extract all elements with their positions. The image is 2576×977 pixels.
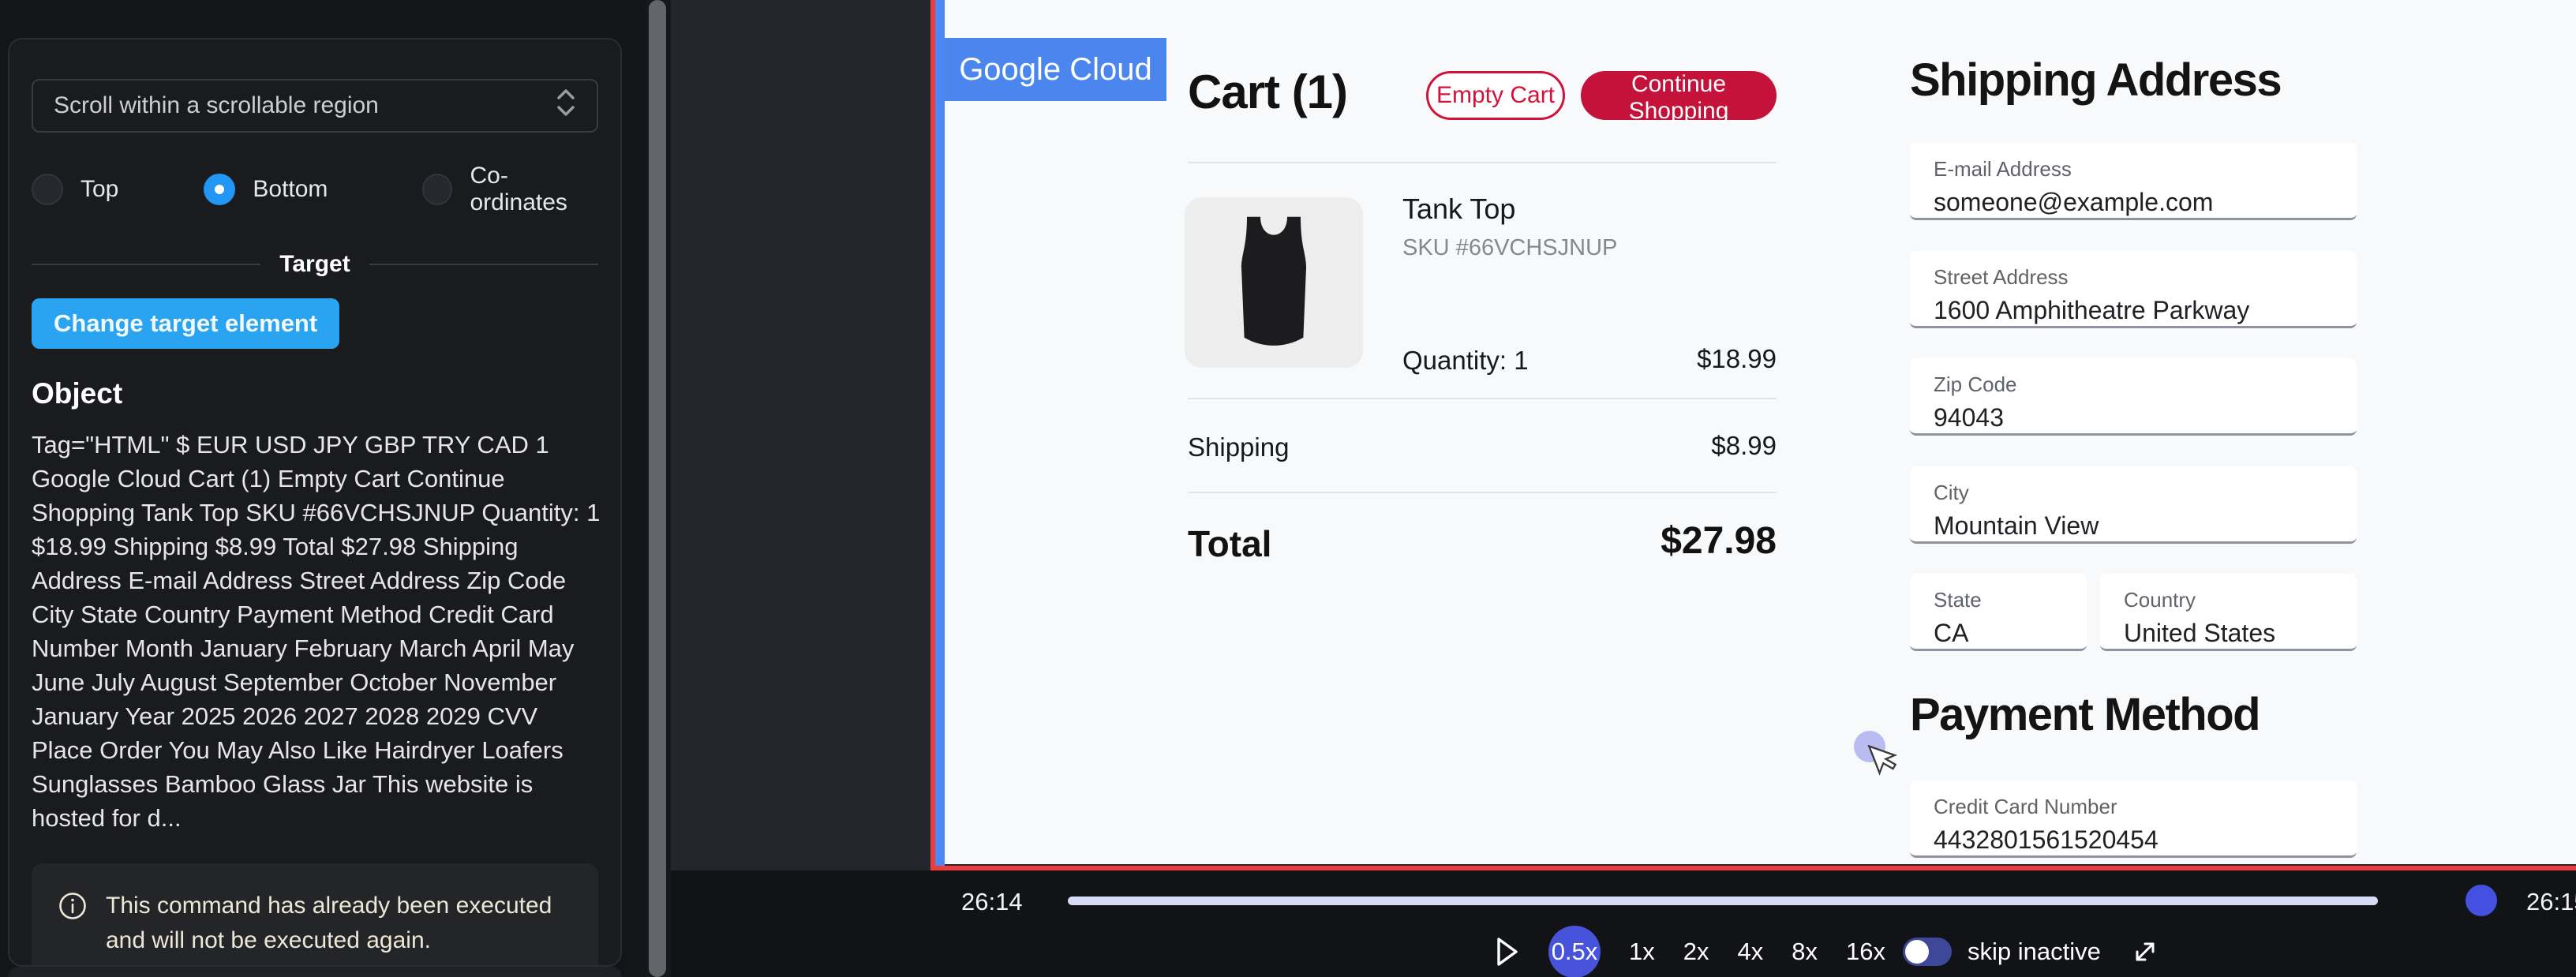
cart-divider <box>1188 492 1777 493</box>
email-field: E-mail Address someone@example.com <box>1910 143 2357 220</box>
replay-editor-app: Scroll within a scrollable region Top Bo… <box>0 0 2576 977</box>
panel-scrollbar-thumb[interactable] <box>649 0 666 977</box>
continue-shopping-button: Continue Shopping <box>1581 71 1777 120</box>
select-chevrons-icon <box>556 87 576 125</box>
current-time: 26:14 <box>961 888 1023 916</box>
shipping-address-heading: Shipping Address <box>1910 54 2281 107</box>
radio-top-circle <box>32 174 63 205</box>
product-image-tank-top <box>1185 197 1363 368</box>
zip-field-value: 94043 <box>1934 403 2357 432</box>
shipping-row-label: Shipping <box>1188 432 1289 462</box>
object-heading: Object <box>32 377 598 410</box>
skip-inactive-label: skip inactive <box>1968 938 2101 966</box>
speed-0-5x[interactable]: 0.5x <box>1548 926 1601 977</box>
command-type-select[interactable]: Scroll within a scrollable region <box>32 79 598 133</box>
speed-2x[interactable]: 2x <box>1683 938 1709 966</box>
command-panel: Scroll within a scrollable region Top Bo… <box>0 0 646 977</box>
state-field-value: CA <box>1934 619 2087 648</box>
empty-cart-button: Empty Cart <box>1426 71 1565 120</box>
cart-divider <box>1188 162 1777 163</box>
speed-16x[interactable]: 16x <box>1846 938 1885 966</box>
state-field-label: State <box>1934 588 2087 612</box>
email-field-label: E-mail Address <box>1934 157 2357 182</box>
change-target-button[interactable]: Change target element <box>32 298 339 349</box>
street-field: Street Address 1600 Amphitheatre Parkway <box>1910 251 2357 328</box>
target-section-divider: Target <box>32 251 598 278</box>
radio-coordinates-circle <box>422 174 452 205</box>
credit-card-field-label: Credit Card Number <box>1934 795 2357 819</box>
city-field-label: City <box>1934 481 2357 505</box>
payment-method-heading: Payment Method <box>1910 688 2260 741</box>
scroll-position-radios: Top Bottom Co-ordinates <box>32 172 598 207</box>
object-description-text: Tag="HTML" $ EUR USD JPY GBP TRY CAD 1 G… <box>32 428 603 835</box>
info-icon <box>58 892 87 958</box>
credit-card-field-value: 4432801561520454 <box>1934 825 2357 855</box>
cart-title: Cart (1) <box>1188 65 1347 119</box>
player-controls: 0.5x 1x 2x 4x 8x 16x skip inactive <box>1495 926 2161 977</box>
replay-viewer: Google Cloud Cart (1) Empty Cart Continu… <box>671 0 2576 870</box>
country-field-value: United States <box>2124 619 2357 648</box>
zip-field-label: Zip Code <box>1934 372 2357 397</box>
command-card: Scroll within a scrollable region Top Bo… <box>8 38 622 967</box>
radio-bottom-label: Bottom <box>253 176 328 203</box>
next-section-edge <box>8 967 622 977</box>
skip-inactive-toggle-knob <box>1905 940 1929 964</box>
play-button[interactable] <box>1495 936 1520 968</box>
command-type-value: Scroll within a scrollable region <box>54 92 379 119</box>
street-field-label: Street Address <box>1934 265 2357 290</box>
state-field: State CA <box>1910 574 2087 651</box>
speed-8x[interactable]: 8x <box>1792 938 1818 966</box>
product-quantity: Quantity: 1 <box>1402 346 1529 376</box>
radio-bottom-circle <box>204 174 235 205</box>
divider-line <box>369 264 598 265</box>
zip-field: Zip Code 94043 <box>1910 358 2357 436</box>
shipping-row-price: $8.99 <box>1711 431 1777 461</box>
mouse-cursor-icon <box>1866 745 1898 785</box>
scroll-region-highlight-stripe <box>935 0 945 866</box>
replay-player-bar: 26:14 26:15 0.5x 1x 2x 4x 8x 16x skip in… <box>671 870 2576 977</box>
city-field-value: Mountain View <box>1934 511 2357 541</box>
product-price: $18.99 <box>1697 344 1777 374</box>
street-field-value: 1600 Amphitheatre Parkway <box>1934 296 2357 325</box>
end-time: 26:15 <box>2526 888 2576 916</box>
total-row-price: $27.98 <box>1661 519 1777 563</box>
seek-thumb[interactable] <box>2466 885 2497 916</box>
city-field: City Mountain View <box>1910 466 2357 544</box>
total-row-label: Total <box>1188 522 1271 565</box>
skip-inactive-toggle[interactable] <box>1903 938 1952 966</box>
target-section-label: Target <box>279 251 350 278</box>
panel-scrollbar[interactable] <box>646 0 671 977</box>
radio-coordinates[interactable]: Co-ordinates <box>422 163 598 216</box>
seek-bar[interactable] <box>1068 897 2378 905</box>
country-field: Country United States <box>2100 574 2357 651</box>
country-field-label: Country <box>2124 588 2357 612</box>
product-sku: SKU #66VCHSJNUP <box>1402 235 1617 261</box>
divider-line <box>32 264 260 265</box>
radio-coordinates-label: Co-ordinates <box>470 163 598 216</box>
target-element-highlight-frame: Google Cloud Cart (1) Empty Cart Continu… <box>930 0 2576 870</box>
already-executed-notice: This command has already been executed a… <box>32 863 598 967</box>
speed-1x[interactable]: 1x <box>1629 938 1655 966</box>
email-field-value: someone@example.com <box>1934 188 2357 217</box>
radio-bottom[interactable]: Bottom <box>204 174 328 205</box>
speed-4x[interactable]: 4x <box>1738 938 1764 966</box>
credit-card-field: Credit Card Number 4432801561520454 <box>1910 780 2357 858</box>
recorded-web-page: Google Cloud Cart (1) Empty Cart Continu… <box>945 0 2576 864</box>
radio-top[interactable]: Top <box>32 174 118 205</box>
radio-top-label: Top <box>80 176 118 203</box>
product-name: Tank Top <box>1402 193 1515 226</box>
fullscreen-expand-icon[interactable] <box>2129 936 2161 968</box>
notice-text: This command has already been executed a… <box>106 889 571 958</box>
google-cloud-logo: Google Cloud <box>945 38 1166 101</box>
cart-divider <box>1188 398 1777 399</box>
